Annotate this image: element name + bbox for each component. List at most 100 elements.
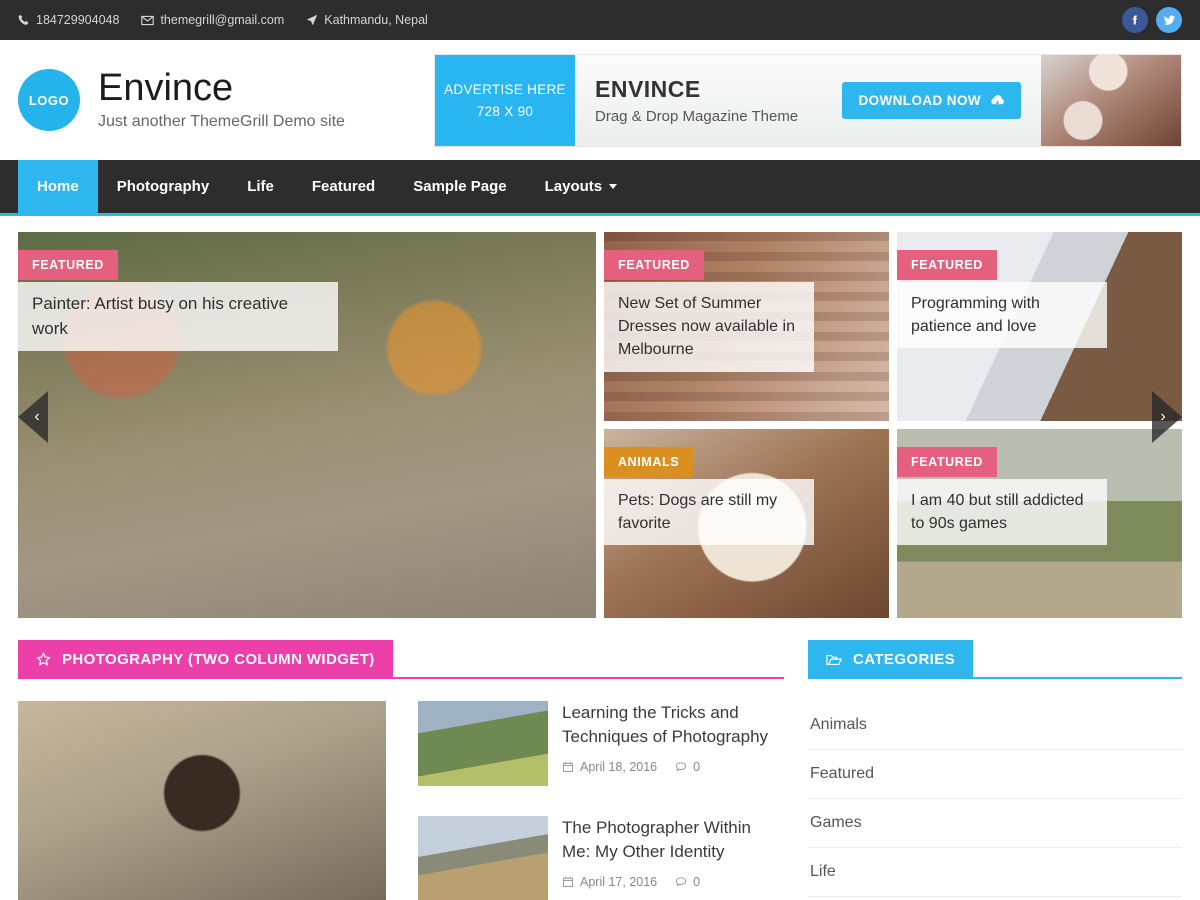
slide-card-games[interactable]: FEATURED I am 40 but still addicted to 9…: [897, 429, 1182, 618]
cloud-download-icon: [990, 93, 1005, 108]
chevron-right-icon: ›: [1160, 408, 1166, 425]
nav-label-home: Home: [37, 178, 79, 195]
site-description: Just another ThemeGrill Demo site: [98, 112, 345, 130]
location-arrow-icon: [306, 14, 318, 26]
sidebar-item-games[interactable]: Games: [808, 799, 1182, 848]
comment-icon: [675, 876, 687, 888]
post-comment-count: 0: [693, 875, 701, 890]
post-date-text: April 17, 2016: [580, 875, 658, 890]
main-navigation: Home Photography Life Featured Sample Pa…: [0, 160, 1200, 216]
download-now-button[interactable]: DOWNLOAD NOW: [842, 81, 1021, 119]
site-header: LOGO Envince Just another ThemeGrill Dem…: [0, 40, 1200, 160]
location-item[interactable]: Kathmandu, Nepal: [306, 13, 428, 27]
nav-label-featured: Featured: [311, 178, 376, 195]
slide-card-programming[interactable]: FEATURED Programming with patience and l…: [897, 232, 1182, 421]
phone-icon: [18, 14, 30, 26]
categories-list: Animals Featured Games Life: [808, 701, 1182, 897]
photography-widget-underline: [18, 677, 784, 679]
post-date-text: April 18, 2016: [580, 760, 658, 775]
calendar-icon: [562, 876, 574, 888]
nav-label-sample-page: Sample Page: [413, 178, 507, 195]
nav-item-layouts[interactable]: Layouts: [526, 160, 637, 213]
phone-item[interactable]: 184729904048: [18, 13, 119, 27]
chevron-down-icon: [609, 184, 618, 189]
top-bar: 184729904048 themegrill@gmail.com Kathma…: [0, 0, 1200, 40]
slide-title[interactable]: Painter: Artist busy on his creative wor…: [18, 282, 338, 352]
ad-headline: ENVINCE: [595, 75, 701, 102]
nav-item-life[interactable]: Life: [228, 160, 293, 213]
slide-card-pets[interactable]: ANIMALS Pets: Dogs are still my favorite: [604, 429, 889, 618]
nav-label-layouts: Layouts: [544, 178, 603, 195]
brand-text: Envince Just another ThemeGrill Demo sit…: [98, 67, 345, 131]
facebook-icon[interactable]: [1122, 7, 1148, 33]
slide-category-badge[interactable]: FEATURED: [18, 250, 118, 280]
phone-text: 184729904048: [36, 13, 120, 27]
nav-label-photography: Photography: [116, 178, 210, 195]
slide-card-title-games[interactable]: I am 40 but still addicted to 90s games: [897, 479, 1107, 546]
brand-block[interactable]: LOGO Envince Just another ThemeGrill Dem…: [18, 67, 345, 131]
post-thumbnail: [418, 816, 548, 900]
post-thumbnail: [418, 701, 548, 786]
page-title: Envince: [98, 67, 234, 110]
folder-open-icon: [826, 653, 842, 667]
chevron-left-icon: ‹: [34, 408, 40, 425]
download-button-label: DOWNLOAD NOW: [858, 92, 981, 108]
slide-card-dresses[interactable]: FEATURED New Set of Summer Dresses now a…: [604, 232, 889, 421]
post-body: Learning the Tricks and Techniques of Ph…: [562, 701, 784, 786]
location-text: Kathmandu, Nepal: [324, 13, 428, 27]
categories-widget-header: CATEGORIES: [808, 640, 1182, 679]
featured-slider: ‹ FEATURED Painter: Artist busy on his c…: [0, 216, 1200, 618]
nav-item-photography[interactable]: Photography: [98, 160, 229, 213]
ad-advertise-text: ADVERTISE HERE: [444, 81, 566, 97]
ad-subheadline: Drag & Drop Magazine Theme: [595, 107, 799, 125]
nav-item-home[interactable]: Home: [18, 160, 98, 213]
slide-card-title-pets[interactable]: Pets: Dogs are still my favorite: [604, 479, 814, 546]
slide-featured-main[interactable]: FEATURED Painter: Artist busy on his cre…: [18, 232, 596, 618]
email-item[interactable]: themegrill@gmail.com: [141, 13, 284, 27]
content-area: PHOTOGRAPHY (TWO COLUMN WIDGET) Learning…: [0, 618, 1200, 900]
envelope-icon: [141, 14, 155, 27]
photography-feature-image[interactable]: [18, 701, 386, 900]
post-thumbnail-image: [418, 701, 548, 786]
post-title[interactable]: Learning the Tricks and Techniques of Ph…: [562, 701, 784, 749]
calendar-icon: [562, 761, 574, 773]
ad-content: ENVINCE Drag & Drop Magazine Theme DOWNL…: [575, 54, 1041, 146]
slide-card-badge-programming[interactable]: FEATURED: [897, 250, 997, 280]
star-icon: [36, 652, 51, 667]
sidebar: CATEGORIES Animals Featured Games Life: [808, 640, 1182, 900]
slide-card-title-dresses[interactable]: New Set of Summer Dresses now available …: [604, 282, 814, 372]
slide-card-badge-pets[interactable]: ANIMALS: [604, 447, 694, 477]
post-title[interactable]: The Photographer Within Me: My Other Ide…: [562, 816, 784, 864]
nav-label-life: Life: [247, 178, 274, 195]
categories-widget-label: CATEGORIES: [853, 651, 956, 668]
list-item[interactable]: The Photographer Within Me: My Other Ide…: [418, 816, 784, 900]
list-item[interactable]: Learning the Tricks and Techniques of Ph…: [418, 701, 784, 802]
sidebar-item-featured[interactable]: Featured: [808, 750, 1182, 799]
site-logo[interactable]: LOGO: [18, 69, 80, 131]
photography-widget-title[interactable]: PHOTOGRAPHY (TWO COLUMN WIDGET): [18, 640, 393, 679]
categories-widget-underline: [808, 677, 1182, 679]
nav-item-sample-page[interactable]: Sample Page: [394, 160, 525, 213]
advertisement-banner[interactable]: ADVERTISE HERE 728 X 90 ENVINCE Drag & D…: [434, 53, 1182, 147]
main-column: PHOTOGRAPHY (TWO COLUMN WIDGET) Learning…: [18, 640, 784, 900]
post-comment-count: 0: [693, 760, 701, 775]
slide-card-badge-games[interactable]: FEATURED: [897, 447, 997, 477]
ad-size-text: 728 X 90: [476, 103, 534, 119]
sidebar-item-animals[interactable]: Animals: [808, 701, 1182, 750]
post-date: April 17, 2016: [562, 875, 657, 889]
slider-card-grid: FEATURED New Set of Summer Dresses now a…: [604, 232, 1182, 618]
nav-item-featured[interactable]: Featured: [293, 160, 394, 213]
email-text: themegrill@gmail.com: [160, 13, 285, 27]
slide-card-badge-dresses[interactable]: FEATURED: [604, 250, 704, 280]
comment-icon: [675, 761, 687, 773]
photography-widget-header: PHOTOGRAPHY (TWO COLUMN WIDGET): [18, 640, 784, 679]
categories-widget-title[interactable]: CATEGORIES: [808, 640, 974, 679]
slide-card-title-programming[interactable]: Programming with patience and love: [897, 282, 1107, 349]
ad-copy: ENVINCE Drag & Drop Magazine Theme: [595, 76, 798, 125]
twitter-icon[interactable]: [1156, 7, 1182, 33]
photography-post-list: Learning the Tricks and Techniques of Ph…: [418, 701, 784, 900]
post-meta: April 18, 2016 0: [562, 760, 784, 774]
top-bar-contact-group: 184729904048 themegrill@gmail.com Kathma…: [18, 13, 428, 27]
sidebar-item-life[interactable]: Life: [808, 848, 1182, 897]
slider-card-row-bottom: ANIMALS Pets: Dogs are still my favorite…: [604, 429, 1182, 618]
